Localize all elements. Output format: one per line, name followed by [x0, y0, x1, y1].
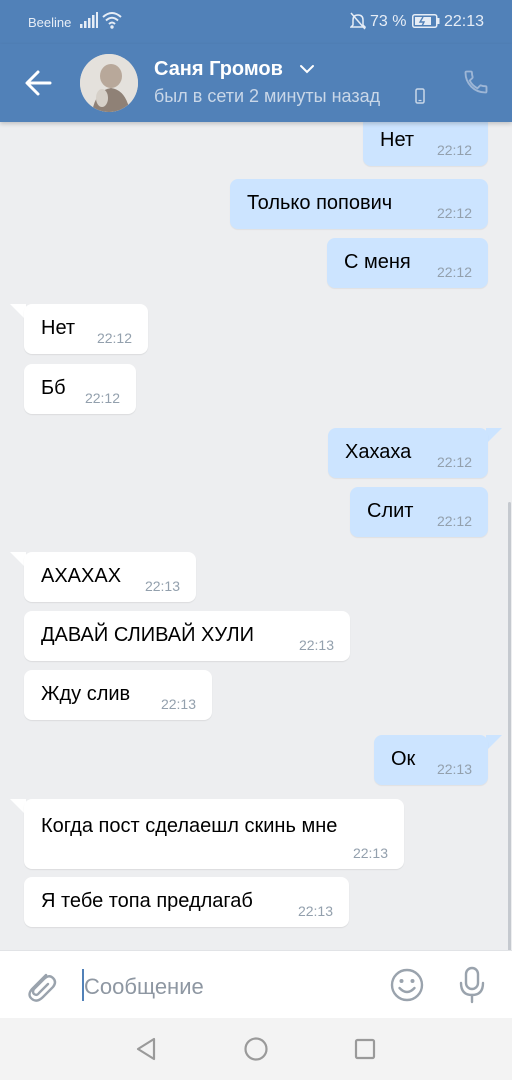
message-time: 22:12 — [84, 390, 120, 406]
message-time: 22:13 — [298, 637, 334, 653]
message-bubble[interactable]: Жду слив 22:13 — [24, 670, 212, 720]
message-bubble[interactable]: Когда пост сделаешл скинь мне 22:13 — [24, 799, 404, 869]
mobile-device-icon — [415, 88, 425, 104]
message-text: С меня — [344, 251, 411, 273]
message-text: Хахаха — [345, 441, 412, 463]
message-text: Ок — [391, 748, 416, 770]
message-time: 22:13 — [160, 696, 196, 712]
message-bubble[interactable]: ДАВАЙ СЛИВАЙ ХУЛИ 22:13 — [24, 611, 350, 661]
message-time: 22:12 — [436, 513, 472, 529]
battery-icon — [412, 14, 440, 28]
battery-percent: 73 % — [370, 13, 407, 30]
message-time: 22:12 — [436, 142, 472, 158]
emoji-icon[interactable] — [389, 967, 425, 1003]
presence-status: был в сети 2 минуты назад — [154, 86, 381, 106]
message-time: 22:13 — [436, 761, 472, 777]
message-composer — [0, 950, 512, 1018]
message-time: 22:12 — [436, 205, 472, 221]
bell-off-icon — [350, 12, 366, 30]
message-text: ДАВАЙ СЛИВАЙ ХУЛИ — [41, 624, 254, 646]
home-nav-icon[interactable] — [243, 1036, 269, 1062]
scrollbar[interactable] — [508, 502, 511, 950]
message-text: Слит — [367, 500, 414, 522]
phone-icon[interactable] — [462, 68, 490, 96]
message-text: Я тебе топа предлагаб — [41, 890, 253, 912]
message-bubble[interactable]: Ок 22:13 — [374, 735, 488, 785]
message-text: Только попович — [247, 192, 393, 214]
message-bubble[interactable]: Хахаха 22:12 — [328, 428, 488, 478]
avatar[interactable] — [80, 54, 138, 112]
microphone-icon[interactable] — [456, 965, 488, 1005]
back-arrow-icon[interactable] — [20, 66, 60, 100]
message-bubble[interactable]: Слит 22:12 — [350, 487, 488, 537]
message-bubble[interactable]: АХАХАХ 22:13 — [24, 552, 196, 602]
message-text: АХАХАХ — [41, 565, 122, 587]
message-list[interactable]: Нет 22:12 Только попович 22:12 С меня 22… — [0, 122, 512, 950]
message-text: Бб — [41, 377, 66, 399]
carrier-label: Beeline — [28, 15, 72, 30]
message-bubble[interactable]: Только попович 22:12 — [230, 179, 488, 229]
chevron-down-icon[interactable] — [299, 64, 315, 74]
avatar-image — [80, 54, 138, 112]
message-text: Когда пост сделаешл скинь мне — [41, 815, 338, 837]
paperclip-icon[interactable] — [22, 965, 58, 1005]
wifi-icon — [102, 12, 122, 29]
status-bar: Beeline 73 % 22:13 — [0, 0, 512, 44]
message-time: 22:12 — [436, 454, 472, 470]
message-bubble[interactable]: Бб 22:12 — [24, 364, 136, 414]
bubble-tail — [486, 428, 502, 444]
message-time: 22:13 — [297, 903, 333, 919]
recents-nav-icon[interactable] — [353, 1036, 377, 1062]
system-navigation-bar — [0, 1018, 512, 1080]
signal-icon — [80, 12, 98, 28]
message-time: 22:13 — [352, 845, 388, 861]
message-time: 22:13 — [144, 578, 180, 594]
bubble-tail — [486, 735, 502, 751]
contact-name[interactable]: Саня Громов — [154, 58, 283, 81]
message-text: Нет — [380, 129, 415, 151]
message-time: 22:12 — [436, 264, 472, 280]
message-bubble[interactable]: Я тебе топа предлагаб 22:13 — [24, 877, 349, 927]
message-text: Нет — [41, 317, 76, 339]
back-nav-icon[interactable] — [134, 1036, 158, 1062]
message-text: Жду слив — [41, 683, 131, 705]
message-bubble[interactable]: С меня 22:12 — [327, 238, 488, 288]
message-time: 22:12 — [96, 330, 132, 346]
clock: 22:13 — [444, 13, 485, 30]
message-bubble[interactable]: Нет 22:12 — [24, 304, 148, 354]
message-bubble[interactable]: Нет 22:12 — [363, 122, 488, 166]
chat-header: Саня Громов был в сети 2 минуты назад — [0, 44, 512, 122]
message-input[interactable] — [84, 971, 374, 1003]
